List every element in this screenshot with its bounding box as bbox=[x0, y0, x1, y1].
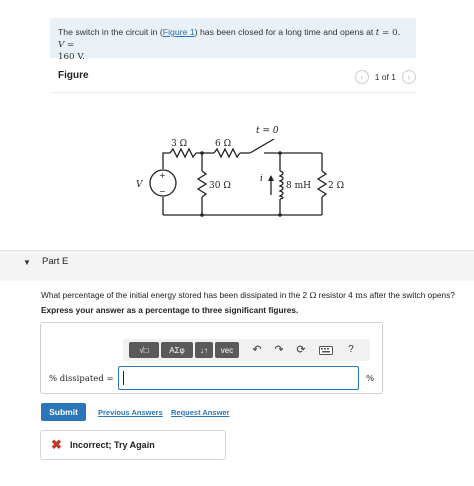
part-label: Part E bbox=[42, 256, 69, 267]
problem-text: ) has been closed for a long time and op… bbox=[194, 27, 376, 37]
junction-dot bbox=[278, 213, 282, 217]
previous-answers-link[interactable]: Previous Answers bbox=[98, 408, 163, 417]
figure-pager: ‹ 1 of 1 › bbox=[354, 70, 416, 84]
chevron-right-icon[interactable]: › bbox=[402, 70, 416, 84]
resistor-3ohm-symbol bbox=[169, 147, 197, 159]
question-part: What percentage of the initial energy st… bbox=[41, 290, 310, 300]
instruction-text: Express your answer as a percentage to t… bbox=[41, 305, 299, 315]
feedback-panel: ✖ Incorrect; Try Again bbox=[40, 430, 226, 460]
x-icon: ✖ bbox=[51, 437, 62, 452]
math-toolbar: √□ ΑΣφ ↓↑ vec ↶ ↷ ⟳ ? bbox=[123, 339, 370, 361]
question-part: after the switch opens? bbox=[367, 290, 455, 300]
request-answer-link[interactable]: Request Answer bbox=[171, 408, 230, 417]
part-header[interactable]: ▼ Part E bbox=[0, 251, 474, 281]
redo-icon[interactable]: ↷ bbox=[271, 342, 287, 358]
circuit-figure: 3 Ω 6 Ω t = 0 V + − 30 Ω i 8 mH 2 Ω bbox=[50, 92, 416, 224]
feedback-message: Incorrect; Try Again bbox=[70, 440, 155, 450]
question-part: resistor 4 bbox=[316, 290, 356, 300]
figure-title: Figure bbox=[58, 70, 89, 81]
templates-label: √□ bbox=[139, 345, 149, 355]
source-plus: + bbox=[159, 171, 166, 180]
resistor-2ohm-label: 2 Ω bbox=[328, 181, 344, 191]
current-label: i bbox=[260, 174, 263, 184]
resistor-2ohm-symbol bbox=[316, 170, 328, 198]
pager-count: 1 of 1 bbox=[374, 72, 396, 82]
vec-button[interactable]: vec bbox=[215, 342, 239, 358]
figure-link[interactable]: Figure 1 bbox=[163, 27, 195, 37]
circuit-diagram: 3 Ω 6 Ω t = 0 V + − 30 Ω i 8 mH 2 Ω bbox=[136, 126, 344, 217]
inductor-label: 8 mH bbox=[286, 181, 311, 191]
resistor-30ohm-symbol bbox=[196, 170, 208, 198]
source-minus: − bbox=[159, 187, 166, 196]
inductor-symbol bbox=[278, 170, 284, 200]
vec-label: vec bbox=[220, 345, 234, 355]
junction-dot bbox=[278, 151, 282, 155]
switch-blade bbox=[249, 138, 275, 154]
switch-label: t = 0 bbox=[256, 126, 279, 136]
caret-down-icon[interactable]: ▼ bbox=[23, 258, 31, 267]
greek-label: ΑΣφ bbox=[169, 345, 185, 355]
text-cursor bbox=[123, 371, 124, 385]
answer-label: % dissipated = bbox=[49, 374, 114, 384]
resistor-3ohm-label: 3 Ω bbox=[171, 139, 187, 149]
greek-button[interactable]: ΑΣφ bbox=[161, 342, 193, 358]
problem-text: = bbox=[64, 40, 75, 50]
junction-dot bbox=[200, 213, 204, 217]
voltage-value: 160 V. bbox=[58, 52, 85, 62]
figure-header: Figure ‹ 1 of 1 › bbox=[50, 62, 416, 92]
sort-button[interactable]: ↓↑ bbox=[195, 342, 213, 358]
answer-input[interactable] bbox=[118, 366, 359, 390]
reset-icon[interactable]: ⟳ bbox=[293, 342, 309, 358]
undo-icon[interactable]: ↶ bbox=[249, 342, 265, 358]
answer-panel: √□ ΑΣφ ↓↑ vec ↶ ↷ ⟳ ? % dissipated = % bbox=[40, 322, 383, 394]
current-arrow-head bbox=[268, 175, 274, 181]
question-text: What percentage of the initial energy st… bbox=[41, 290, 471, 301]
source-label: V bbox=[136, 180, 144, 190]
keyboard-icon[interactable] bbox=[317, 342, 335, 358]
chevron-left-icon[interactable]: ‹ bbox=[354, 70, 369, 84]
submit-button[interactable]: Submit bbox=[41, 403, 86, 421]
templates-button[interactable]: √□ bbox=[129, 342, 159, 358]
junction-dot bbox=[200, 151, 204, 155]
problem-text: The switch in the circuit in ( bbox=[58, 27, 163, 37]
problem-text: = 0. bbox=[379, 28, 401, 38]
ms-unit: ms bbox=[355, 290, 368, 300]
sort-label: ↓↑ bbox=[200, 345, 208, 355]
wire bbox=[162, 152, 170, 155]
resistor-6ohm-symbol bbox=[213, 147, 241, 159]
answer-unit: % bbox=[366, 374, 375, 384]
problem-statement: The switch in the circuit in (Figure 1) … bbox=[50, 18, 416, 62]
resistor-30ohm-label: 30 Ω bbox=[209, 181, 231, 191]
help-icon[interactable]: ? bbox=[343, 342, 359, 358]
resistor-6ohm-label: 6 Ω bbox=[215, 139, 231, 149]
